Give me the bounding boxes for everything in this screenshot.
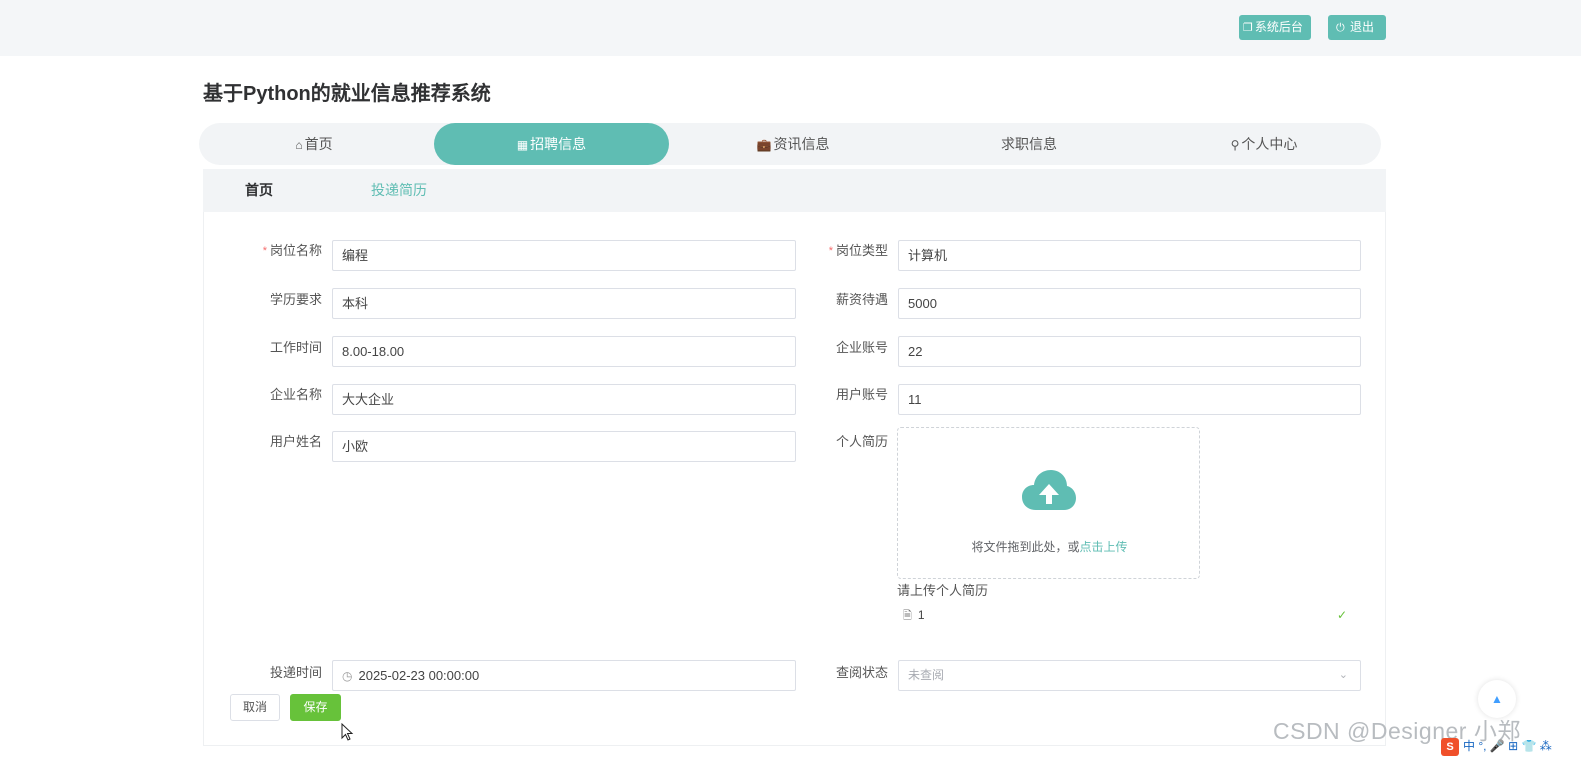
uploaded-file-item[interactable]: 🗎 1 ✓: [897, 604, 1361, 626]
user-name-label: 用户姓名: [269, 434, 322, 449]
logout-button[interactable]: ⏻ 退出: [1328, 15, 1386, 40]
top-bar: ❐ 系统后台 ⏻ 退出: [0, 0, 1581, 56]
check-circle-icon: ✓: [1336, 608, 1347, 622]
breadcrumb-apply-resume[interactable]: 投递简历: [371, 169, 427, 212]
clock-icon: ◷: [342, 669, 353, 683]
resume-label: 个人简历: [835, 434, 888, 449]
review-status-label: 查阅状态: [835, 665, 888, 680]
main-nav: ⌂ 首页 ▦ 招聘信息 💼 资讯信息 求职信息 ⚲ 个人中心: [199, 123, 1381, 165]
nav-item-jobs[interactable]: ▦ 招聘信息: [434, 123, 669, 165]
work-time-label: 工作时间: [269, 340, 322, 355]
sogou-logo: S: [1441, 738, 1459, 756]
file-name: 1: [917, 608, 925, 622]
cancel-button[interactable]: 取消: [230, 694, 280, 721]
cloud-upload-icon: [1022, 470, 1076, 510]
job-type-field[interactable]: 计算机: [898, 240, 1361, 271]
education-field[interactable]: 本科: [332, 288, 796, 319]
salary-field[interactable]: 5000: [898, 288, 1361, 319]
mouse-cursor-icon: [341, 723, 354, 741]
site-title: 基于Python的就业信息推荐系统: [203, 83, 491, 105]
chevron-down-icon: ⌄: [1338, 669, 1348, 681]
company-name-label: 企业名称: [269, 387, 322, 402]
required-mark: *: [828, 245, 833, 257]
company-name-field[interactable]: 大大企业: [332, 384, 796, 415]
work-time-field[interactable]: 8.00-18.00: [332, 336, 796, 367]
review-status-select[interactable]: 未查阅 ⌄: [898, 660, 1361, 691]
submit-time-field[interactable]: ◷ 2025-02-23 00:00:00: [332, 660, 796, 691]
caret-up-icon: ▲: [1491, 692, 1503, 706]
required-mark: *: [262, 245, 267, 257]
grid-icon: ▦: [516, 138, 529, 152]
power-icon: ⏻: [1336, 22, 1345, 34]
home-icon: ⌂: [295, 138, 303, 152]
user-account-field[interactable]: 11: [898, 384, 1361, 415]
briefcase-icon: 💼: [756, 138, 772, 152]
copy-icon: ❐: [1243, 22, 1253, 34]
user-icon: ⚲: [1230, 138, 1240, 152]
click-upload-link[interactable]: 点击上传: [1080, 540, 1128, 554]
admin-backend-button[interactable]: ❐ 系统后台: [1239, 15, 1311, 40]
ime-toolbar: S中 °, 🎤 ⊞ 👕 ⁂: [1441, 737, 1552, 757]
nav-item-job-seeking[interactable]: 求职信息: [911, 123, 1147, 165]
nav-item-profile[interactable]: ⚲ 个人中心: [1147, 123, 1381, 165]
job-name-field[interactable]: 编程: [332, 240, 796, 271]
education-label: 学历要求: [269, 292, 322, 307]
upload-tip: 请上传个人简历: [897, 583, 989, 598]
job-type-label: * 岗位类型: [828, 243, 888, 258]
upload-instructions: 将文件拖到此处，或点击上传: [971, 540, 1128, 554]
submit-time-label: 投递时间: [269, 665, 322, 680]
nav-item-home[interactable]: ⌂ 首页: [199, 123, 429, 165]
company-account-label: 企业账号: [835, 340, 888, 355]
salary-label: 薪资待遇: [835, 292, 888, 307]
breadcrumb-home[interactable]: 首页: [245, 169, 273, 212]
user-name-field[interactable]: 小欧: [332, 431, 796, 462]
save-button[interactable]: 保存: [290, 694, 341, 721]
user-account-label: 用户账号: [835, 387, 888, 402]
company-account-field[interactable]: 22: [898, 336, 1361, 367]
nav-item-news[interactable]: 💼 资讯信息: [675, 123, 911, 165]
resume-upload-dropzone[interactable]: 将文件拖到此处，或点击上传: [897, 427, 1200, 579]
breadcrumb: 首页 投递简历: [203, 169, 1386, 212]
job-name-label: * 岗位名称: [262, 243, 322, 258]
document-icon: 🗎: [903, 610, 912, 622]
